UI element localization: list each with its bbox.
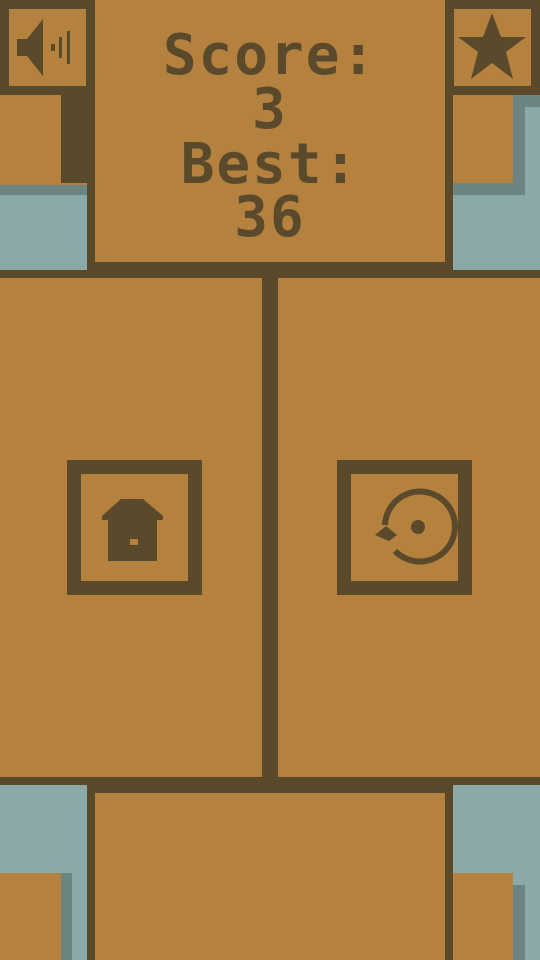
home-button[interactable]	[67, 460, 202, 595]
rate-button[interactable]	[454, 9, 531, 86]
water-shadow-top-left	[0, 185, 88, 195]
tile-top-right	[453, 95, 513, 183]
water-block-top-right	[453, 195, 540, 270]
game-over-screen: Score: 3 Best: 36	[0, 0, 540, 960]
water-strip-top-right	[525, 107, 540, 195]
star-icon	[458, 13, 526, 79]
pillar-shadow-top-left	[61, 95, 88, 183]
water-block-top-left	[0, 185, 88, 270]
bottom-panel	[95, 793, 445, 960]
restart-icon	[375, 488, 458, 565]
best-value: 36	[234, 185, 306, 250]
sound-button[interactable]	[9, 9, 86, 86]
divider-center	[262, 270, 278, 785]
tile-bottom-right	[453, 873, 513, 960]
speaker-icon	[17, 19, 70, 76]
score-value: 3	[252, 77, 288, 142]
home-icon	[102, 499, 163, 561]
score-label: Score:	[162, 23, 378, 88]
restart-button[interactable]	[337, 460, 472, 595]
tile-bottom-left	[0, 873, 61, 960]
